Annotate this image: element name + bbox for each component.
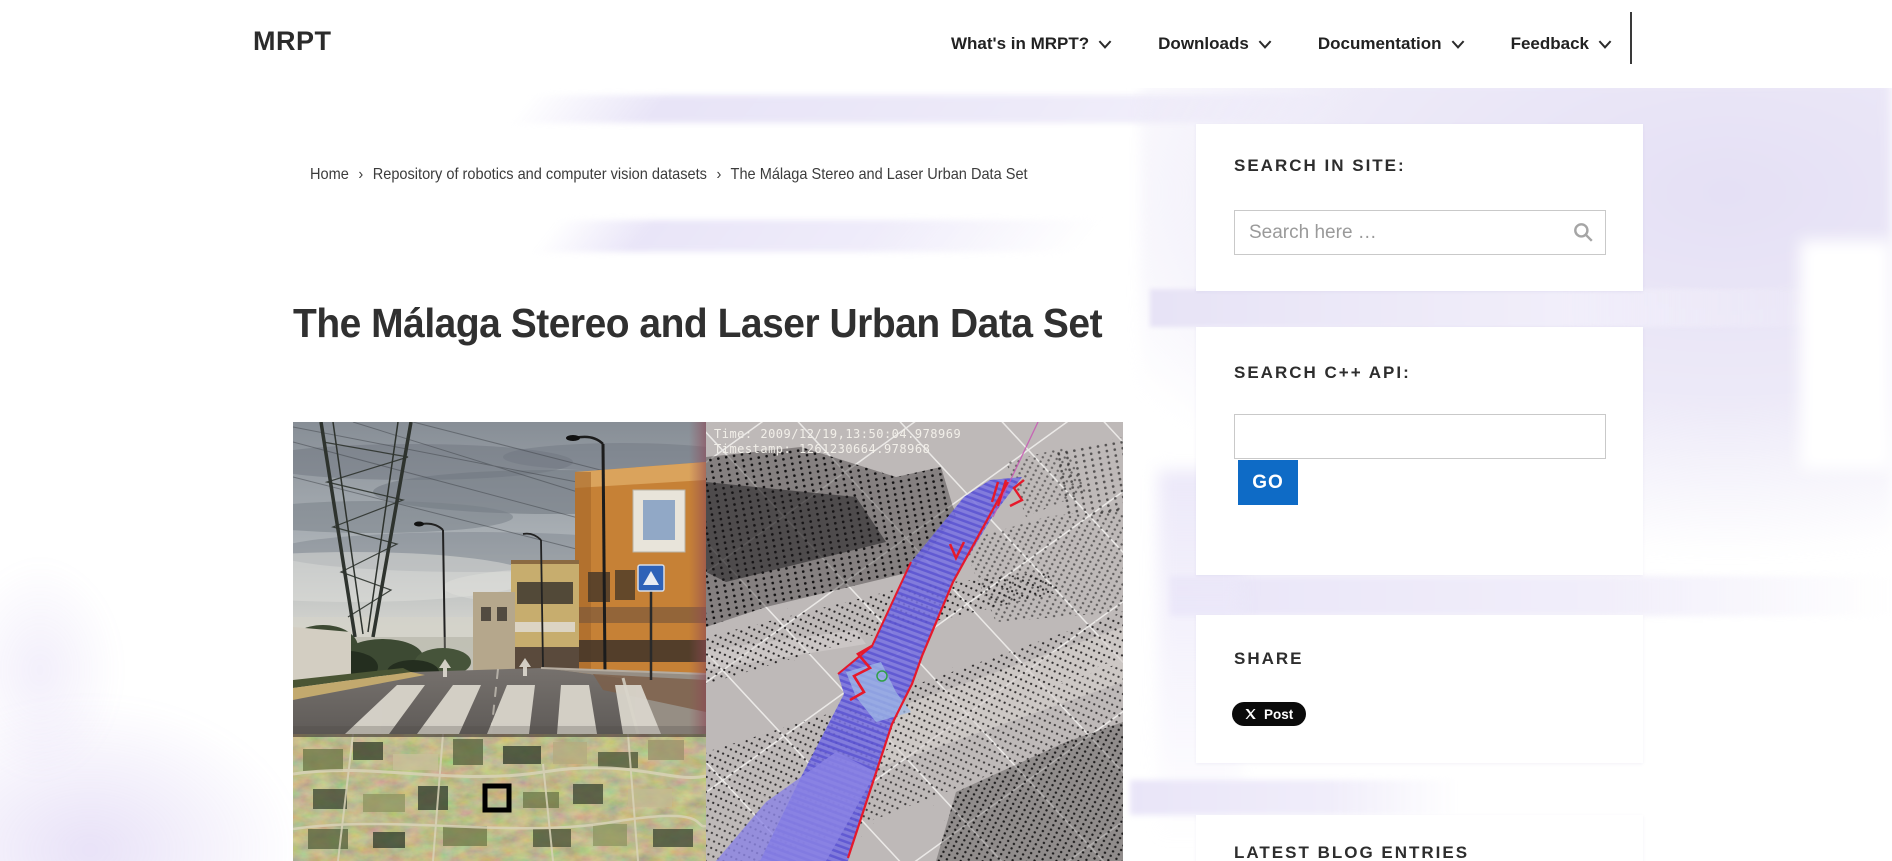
- background-decoration: [0, 700, 300, 861]
- background-decoration: [532, 220, 1103, 252]
- nav-item-documentation[interactable]: Documentation: [1318, 34, 1465, 54]
- share-heading: SHARE: [1234, 649, 1304, 668]
- breadcrumb-separator: ›: [358, 166, 364, 183]
- dataset-figure[interactable]: Time: 2009/12/19,13:50:04.978969 Timesta…: [293, 0, 1147, 861]
- search-site-heading: SEARCH IN SITE:: [1234, 156, 1406, 175]
- sidebar-search-api-card: SEARCH C++ API: GO: [1196, 327, 1643, 575]
- hud-time: Time: 2009/12/19,13:50:04.978969: [714, 427, 961, 441]
- top-navbar: MRPT What's in MRPT? Downloads Documenta…: [0, 0, 1892, 88]
- background-decoration: [1130, 780, 1460, 815]
- api-search-input[interactable]: [1234, 414, 1606, 459]
- site-search-input[interactable]: [1234, 210, 1606, 255]
- x-post-button[interactable]: Post: [1232, 702, 1307, 726]
- breadcrumb-link-repository[interactable]: Repository of robotics and computer visi…: [373, 166, 707, 183]
- chevron-down-icon: [1258, 39, 1272, 49]
- api-search-field: [1234, 414, 1606, 459]
- page-title: The Málaga Stereo and Laser Urban Data S…: [293, 300, 1103, 346]
- blog-card: LATEST BLOG ENTRIES: [1196, 815, 1643, 861]
- chevron-down-icon: [1451, 39, 1464, 49]
- breadcrumb-current: The Málaga Stereo and Laser Urban Data S…: [730, 166, 1028, 183]
- brand-logo[interactable]: MRPT: [253, 26, 332, 57]
- nav-menu: What's in MRPT? Downloads Documentation …: [951, 0, 1612, 88]
- nav-item-downloads[interactable]: Downloads: [1158, 34, 1272, 54]
- background-decoration: [1800, 240, 1892, 470]
- nav-item-whats-in-mrpt[interactable]: What's in MRPT?: [951, 34, 1112, 54]
- search-icon[interactable]: [1572, 221, 1594, 243]
- nav-divider: [1630, 12, 1632, 64]
- breadcrumb-separator: ›: [716, 166, 722, 183]
- breadcrumb-link-home[interactable]: Home: [310, 166, 349, 183]
- lidar-view: Time: 2009/12/19,13:50:04.978969 Timesta…: [675, 0, 1147, 861]
- go-button[interactable]: GO: [1238, 460, 1298, 505]
- background-decoration: [1150, 289, 1892, 327]
- page: MRPT What's in MRPT? Downloads Documenta…: [0, 0, 1892, 861]
- chevron-down-icon: [1098, 39, 1112, 49]
- background-decoration: [0, 560, 120, 780]
- x-post-label: Post: [1264, 706, 1294, 722]
- blog-heading: LATEST BLOG ENTRIES: [1234, 843, 1470, 861]
- sidebar-search-site-card: SEARCH IN SITE:: [1196, 124, 1643, 291]
- site-search-field: [1234, 210, 1606, 255]
- x-logo-icon: [1245, 709, 1256, 719]
- street-photo: [293, 422, 706, 734]
- breadcrumb: Home › Repository of robotics and comput…: [310, 166, 1028, 184]
- share-card: SHARE Post: [1196, 615, 1643, 763]
- figure-right-column: Time: 2009/12/19,13:50:04.978969 Timesta…: [675, 0, 1147, 861]
- search-api-heading: SEARCH C++ API:: [1234, 363, 1411, 382]
- aerial-map: [293, 734, 706, 861]
- background-decoration: [509, 95, 1451, 123]
- figure-left-column: [293, 422, 706, 861]
- nav-item-feedback[interactable]: Feedback: [1511, 34, 1612, 54]
- hud-timestamp: Timestamp: 1261230664.978968: [714, 442, 930, 456]
- background-decoration: [1170, 576, 1892, 616]
- chevron-down-icon: [1598, 39, 1612, 49]
